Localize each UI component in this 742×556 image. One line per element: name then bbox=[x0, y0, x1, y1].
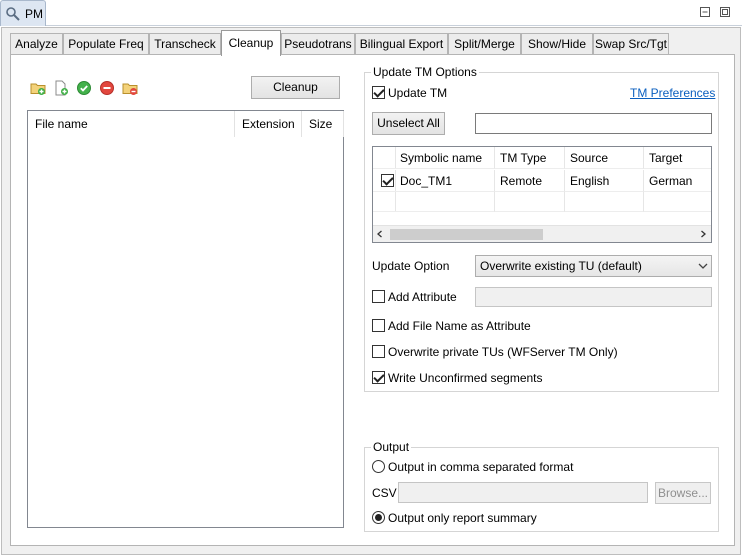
tm-table-hscrollbar[interactable] bbox=[373, 225, 711, 242]
report-summary-label: Output only report summary bbox=[388, 511, 537, 525]
tab-transcheck[interactable]: Transcheck bbox=[149, 33, 221, 55]
tm-cell-type: Remote bbox=[495, 170, 565, 192]
tm-row-checkbox[interactable] bbox=[381, 174, 394, 187]
table-cell-empty bbox=[644, 192, 711, 212]
unselect-all-label: Unselect All bbox=[377, 116, 440, 130]
scrollbar-thumb[interactable] bbox=[390, 229, 543, 240]
csv-path-input[interactable] bbox=[398, 482, 648, 503]
view-title-bar bbox=[0, 0, 742, 26]
csv-label: CSV bbox=[372, 486, 397, 500]
output-title: Output bbox=[371, 440, 412, 454]
tm-header-tm-type[interactable]: TM Type bbox=[495, 147, 565, 169]
csv-format-label: Output in comma separated format bbox=[388, 460, 574, 474]
column-header-label: Target bbox=[649, 151, 683, 165]
view-tab-pm[interactable]: PM bbox=[0, 0, 46, 26]
unselect-all-button[interactable]: Unselect All bbox=[372, 112, 445, 135]
tm-cell-name: Doc_TM1 bbox=[395, 170, 495, 192]
pm-view-icon bbox=[6, 7, 20, 21]
maximize-icon[interactable] bbox=[719, 6, 731, 18]
column-header-label: TM Type bbox=[500, 151, 547, 165]
view-title: PM bbox=[25, 7, 43, 21]
tab-label: Analyze bbox=[15, 37, 58, 51]
tab-label: Bilingual Export bbox=[359, 37, 444, 51]
tab-show-hide[interactable]: Show/Hide bbox=[521, 33, 593, 55]
table-cell-empty bbox=[395, 192, 495, 212]
add-attribute-label: Add Attribute bbox=[388, 290, 457, 304]
tab-swap-src-tgt[interactable]: Swap Src/Tgt bbox=[593, 33, 669, 55]
tm-cell-source: English bbox=[565, 170, 644, 192]
add-folder-icon[interactable] bbox=[30, 80, 46, 96]
file-list[interactable]: File name Extension Size bbox=[27, 110, 344, 528]
csv-format-radio[interactable] bbox=[372, 460, 385, 473]
tab-cleanup[interactable]: Cleanup bbox=[221, 30, 281, 56]
column-header-extension[interactable]: Extension bbox=[235, 111, 302, 137]
update-tm-label: Update TM bbox=[388, 86, 448, 100]
write-unconfirmed-checkbox[interactable] bbox=[372, 371, 385, 384]
overwrite-private-label: Overwrite private TUs (WFServer TM Only) bbox=[388, 345, 618, 359]
scroll-right-icon[interactable] bbox=[699, 230, 707, 238]
tm-header-source[interactable]: Source bbox=[565, 147, 644, 169]
tm-cell-target: German bbox=[644, 170, 711, 192]
browse-button[interactable]: Browse... bbox=[655, 482, 711, 504]
tab-split-merge[interactable]: Split/Merge bbox=[448, 33, 521, 55]
tm-table[interactable]: Symbolic name TM Type Source Target Doc_… bbox=[372, 146, 712, 243]
tm-header-symbolic-name[interactable]: Symbolic name bbox=[395, 147, 495, 169]
tab-label: Transcheck bbox=[154, 37, 216, 51]
chevron-down-icon bbox=[698, 263, 708, 269]
tm-preferences-link[interactable]: TM Preferences bbox=[630, 86, 715, 100]
column-header-label: Symbolic name bbox=[400, 151, 483, 165]
column-header-label: Source bbox=[570, 151, 609, 165]
tab-label: Populate Freq bbox=[68, 37, 144, 51]
add-file-icon[interactable] bbox=[53, 80, 69, 96]
add-filename-checkbox[interactable] bbox=[372, 319, 385, 332]
cleanup-button[interactable]: Cleanup bbox=[251, 76, 340, 99]
remove-icon[interactable] bbox=[99, 80, 115, 96]
scroll-left-icon[interactable] bbox=[376, 230, 384, 238]
add-attribute-input[interactable] bbox=[475, 287, 712, 307]
table-row-empty bbox=[373, 192, 396, 212]
tab-label: Swap Src/Tgt bbox=[594, 37, 668, 51]
tm-filter-input[interactable] bbox=[475, 113, 712, 134]
tab-label: Show/Hide bbox=[527, 37, 587, 51]
update-option-value: Overwrite existing TU (default) bbox=[480, 259, 642, 273]
column-header-label: Size bbox=[309, 117, 333, 131]
table-cell-empty bbox=[565, 192, 644, 212]
remove-folder-icon[interactable] bbox=[122, 80, 138, 96]
add-filename-label: Add File Name as Attribute bbox=[388, 319, 531, 333]
cleanup-button-label: Cleanup bbox=[273, 80, 318, 94]
column-header-file-name[interactable]: File name bbox=[28, 111, 235, 137]
report-summary-radio[interactable] bbox=[372, 511, 385, 524]
tab-label: Split/Merge bbox=[454, 37, 515, 51]
tab-populate-freq[interactable]: Populate Freq bbox=[63, 33, 149, 55]
update-option-select[interactable]: Overwrite existing TU (default) bbox=[475, 255, 712, 277]
tab-bilingual-export[interactable]: Bilingual Export bbox=[355, 33, 448, 55]
tm-header-target[interactable]: Target bbox=[644, 147, 711, 169]
update-tm-options-title: Update TM Options bbox=[371, 65, 479, 79]
table-cell-empty bbox=[495, 192, 565, 212]
tab-analyze[interactable]: Analyze bbox=[10, 33, 63, 55]
update-tm-checkbox[interactable] bbox=[372, 86, 385, 99]
table-row[interactable] bbox=[373, 170, 396, 192]
tab-label: Pseudotrans bbox=[284, 37, 352, 51]
tm-header-check bbox=[373, 147, 396, 169]
column-header-label: File name bbox=[35, 117, 88, 131]
column-header-size[interactable]: Size bbox=[302, 111, 344, 137]
write-unconfirmed-label: Write Unconfirmed segments bbox=[388, 371, 543, 385]
overwrite-private-checkbox[interactable] bbox=[372, 345, 385, 358]
minimize-icon[interactable] bbox=[699, 6, 711, 18]
tab-label: Cleanup bbox=[228, 36, 274, 50]
update-option-label: Update Option bbox=[372, 259, 450, 273]
browse-button-label: Browse... bbox=[657, 486, 708, 500]
column-header-label: Extension bbox=[242, 117, 295, 131]
tab-pseudotrans[interactable]: Pseudotrans bbox=[281, 33, 355, 55]
add-attribute-checkbox[interactable] bbox=[372, 290, 385, 303]
check-icon[interactable] bbox=[76, 80, 92, 96]
